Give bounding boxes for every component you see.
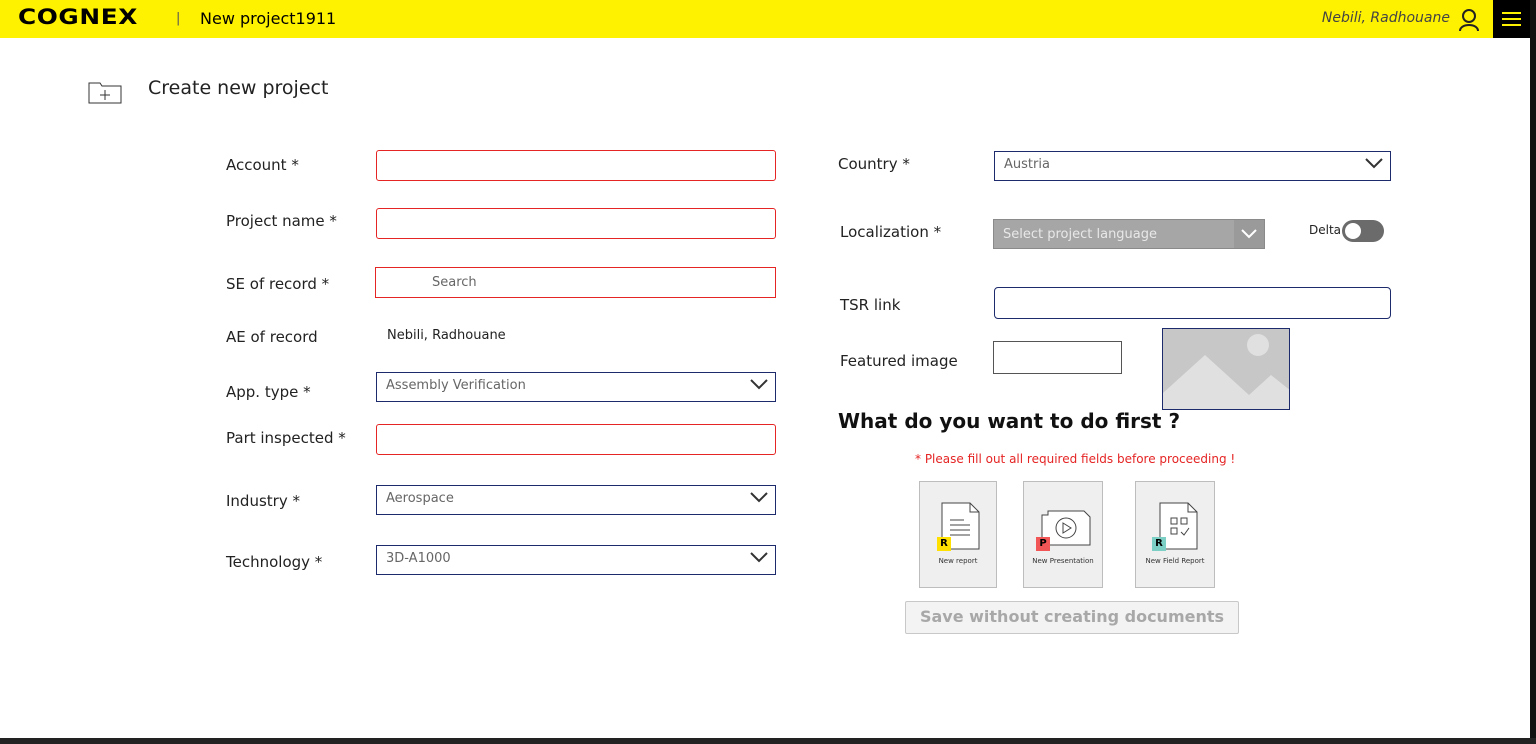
technology-value: 3D-A1000 bbox=[386, 551, 451, 566]
required-fields-warning: * Please fill out all required fields be… bbox=[915, 452, 1236, 466]
industry-label: Industry * bbox=[226, 492, 300, 510]
industry-value: Aerospace bbox=[386, 491, 454, 506]
toggle-knob bbox=[1345, 223, 1361, 239]
app-type-label: App. type * bbox=[226, 383, 311, 401]
account-label: Account * bbox=[226, 156, 299, 174]
new-folder-icon bbox=[88, 82, 122, 104]
new-presentation-card[interactable]: P New Presentation bbox=[1023, 481, 1103, 588]
part-inspected-label: Part inspected * bbox=[226, 429, 346, 447]
delta-label: Delta bbox=[1309, 223, 1342, 237]
se-of-record-label: SE of record * bbox=[226, 275, 330, 293]
new-report-card[interactable]: R New report bbox=[919, 481, 997, 588]
chevron-down-icon bbox=[750, 492, 768, 503]
language-placeholder: Select project language bbox=[1003, 227, 1158, 242]
country-label: Country * bbox=[838, 155, 910, 173]
account-field[interactable] bbox=[376, 150, 776, 181]
report-badge: R bbox=[937, 537, 951, 551]
featured-image-upload[interactable] bbox=[993, 341, 1122, 374]
first-action-title: What do you want to do first ? bbox=[838, 409, 1181, 433]
industry-dropdown[interactable]: Aerospace bbox=[376, 485, 776, 515]
project-title: New project1911 bbox=[200, 9, 337, 28]
chevron-down-icon bbox=[1241, 229, 1257, 239]
localization-label: Localization * bbox=[840, 223, 942, 241]
project-name-label: Project name * bbox=[226, 212, 337, 230]
new-field-report-card[interactable]: R New Field Report bbox=[1135, 481, 1215, 588]
language-dropdown-arrow bbox=[1234, 220, 1264, 248]
window-edge bbox=[1530, 0, 1536, 744]
presentation-badge: P bbox=[1036, 537, 1050, 551]
chevron-down-icon bbox=[1365, 158, 1383, 169]
project-name-field[interactable] bbox=[376, 208, 776, 239]
se-search-placeholder: Search bbox=[432, 275, 477, 290]
ae-of-record-value: Nebili, Radhouane bbox=[387, 328, 506, 343]
ae-of-record-label: AE of record bbox=[226, 328, 318, 346]
title-separator: | bbox=[176, 11, 181, 26]
window-bottom-edge bbox=[0, 738, 1536, 744]
new-field-report-label: New Field Report bbox=[1145, 557, 1205, 565]
featured-image-label: Featured image bbox=[840, 352, 958, 370]
technology-label: Technology * bbox=[226, 553, 323, 571]
field-report-badge: R bbox=[1152, 537, 1166, 551]
part-inspected-field[interactable] bbox=[376, 424, 776, 455]
se-search-field[interactable]: Search bbox=[375, 267, 776, 298]
chevron-down-icon bbox=[750, 552, 768, 563]
language-dropdown[interactable]: Select project language bbox=[993, 219, 1265, 249]
new-presentation-label: New Presentation bbox=[1032, 557, 1094, 565]
cognex-logo[interactable]: COGNEX bbox=[18, 5, 138, 29]
image-placeholder-icon bbox=[1162, 328, 1290, 410]
tsr-link-label: TSR link bbox=[840, 296, 901, 314]
technology-dropdown[interactable]: 3D-A1000 bbox=[376, 545, 776, 575]
app-type-value: Assembly Verification bbox=[386, 378, 526, 393]
app-type-dropdown[interactable]: Assembly Verification bbox=[376, 372, 776, 402]
delta-toggle[interactable] bbox=[1342, 220, 1384, 242]
country-value: Austria bbox=[1004, 157, 1050, 172]
hamburger-menu-button[interactable] bbox=[1493, 0, 1530, 38]
save-without-documents-button[interactable]: Save without creating documents bbox=[905, 601, 1239, 634]
new-report-label: New report bbox=[938, 557, 978, 565]
user-icon[interactable] bbox=[1458, 8, 1480, 32]
country-dropdown[interactable]: Austria bbox=[994, 151, 1391, 181]
user-name[interactable]: Nebili, Radhouane bbox=[1322, 10, 1450, 26]
tsr-link-field[interactable] bbox=[994, 287, 1391, 319]
chevron-down-icon bbox=[750, 379, 768, 390]
page-title: Create new project bbox=[148, 77, 329, 99]
